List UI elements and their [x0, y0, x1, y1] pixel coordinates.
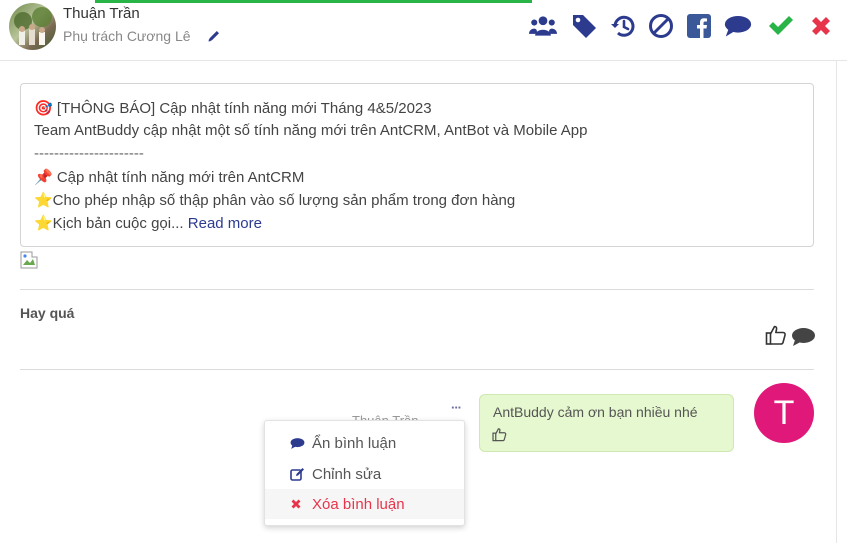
ban-icon[interactable]: [647, 12, 675, 40]
more-options-button[interactable]: ···: [451, 400, 462, 415]
announcement-line: Team AntBuddy cập nhật một số tính năng …: [34, 122, 588, 139]
edit-comment-menu-item[interactable]: Chỉnh sửa: [265, 459, 464, 489]
announcement-line: ⭐Kịch bản cuộc gọi... Read more: [34, 214, 262, 232]
separator-text: ----------------------: [34, 145, 144, 162]
announcement-title: 🎯 [THÔNG BÁO] Cập nhật tính năng mới Thá…: [34, 100, 432, 117]
history-icon[interactable]: [609, 12, 637, 40]
user-name[interactable]: Thuận Trần: [63, 5, 140, 22]
read-more-link[interactable]: Read more: [188, 215, 262, 232]
delete-comment-label: Xóa bình luận: [312, 495, 405, 513]
close-icon[interactable]: [807, 12, 835, 40]
comment-icon[interactable]: [724, 12, 752, 40]
divider: [20, 369, 814, 370]
hide-comment-menu-item[interactable]: Ẩn bình luận: [265, 428, 464, 458]
edit-icon: [290, 467, 306, 482]
thumbs-up-icon[interactable]: [765, 324, 787, 351]
panel-divider: [836, 60, 837, 543]
reply-text: AntBuddy cảm ơn bạn nhiều nhé: [493, 404, 698, 420]
announcement-line: 📌 Cập nhật tính năng mới trên AntCRM: [34, 169, 305, 186]
reply-avatar: T: [754, 383, 814, 443]
assignee-label: Phụ trách Cương Lê: [63, 28, 191, 44]
progress-line: [95, 0, 532, 3]
delete-comment-menu-item[interactable]: Xóa bình luận: [265, 489, 464, 519]
tag-icon[interactable]: [570, 12, 598, 40]
comment-context-menu: Ẩn bình luận Chỉnh sửa Xóa bình luận: [264, 420, 465, 526]
announcement-card: 🎯 [THÔNG BÁO] Cập nhật tính năng mới Thá…: [20, 83, 814, 247]
reply-bubble: AntBuddy cảm ơn bạn nhiều nhé: [479, 394, 734, 452]
broken-image-icon: [20, 251, 38, 269]
facebook-icon[interactable]: [685, 12, 713, 40]
announcement-line: ⭐Cho phép nhập số thập phân vào số lượng…: [34, 192, 516, 209]
comment-icon: [290, 437, 306, 450]
comment-icon[interactable]: [791, 327, 816, 352]
thumbs-up-icon[interactable]: [492, 427, 507, 447]
announcement-truncated-text: ⭐Kịch bản cuộc gọi...: [34, 215, 184, 232]
check-icon[interactable]: [767, 12, 795, 40]
comment-text: Hay quá: [20, 305, 75, 321]
pencil-icon[interactable]: [207, 29, 221, 48]
user-avatar[interactable]: [9, 3, 56, 50]
hide-comment-label: Ẩn bình luận: [312, 434, 397, 452]
users-icon[interactable]: [529, 12, 557, 40]
close-icon: [290, 498, 306, 510]
edit-comment-label: Chỉnh sửa: [312, 465, 382, 483]
divider: [20, 289, 814, 290]
